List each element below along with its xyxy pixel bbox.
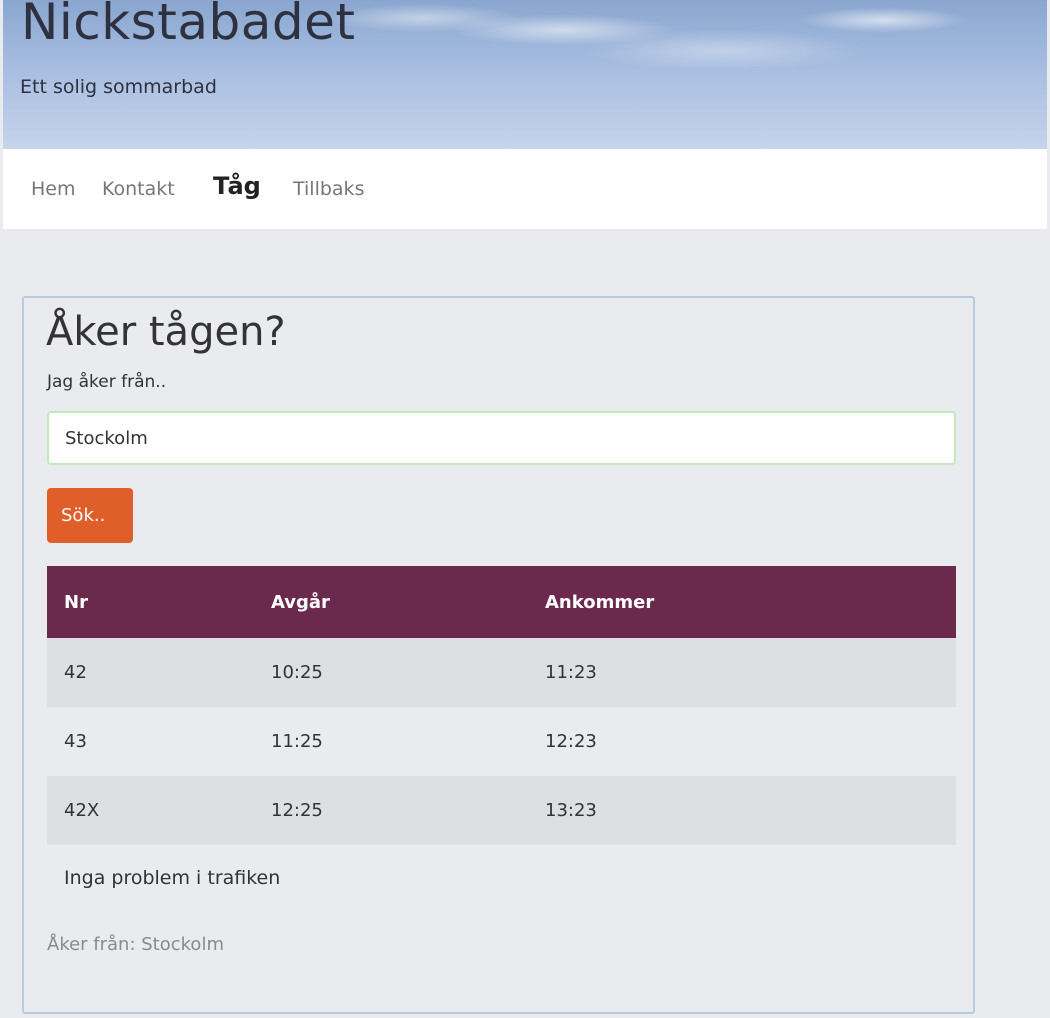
nav-item-tag[interactable]: Tåg	[213, 172, 261, 200]
cell-nr: 42X	[47, 776, 254, 845]
card-title: Åker tågen?	[46, 309, 286, 355]
nav-item-kontakt[interactable]: Kontakt	[102, 175, 175, 203]
table-row: 42X 12:25 13:23	[47, 776, 956, 845]
main-nav: Hem Kontakt Tåg Tillbaks	[3, 149, 1047, 229]
departures-table: Nr Avgår Ankommer 42 10:25 11:23 43 11:2…	[47, 566, 956, 845]
from-summary: Åker från: Stockolm	[47, 934, 224, 955]
cell-departure: 10:25	[254, 638, 528, 707]
site-subtitle: Ett solig sommarbad	[20, 76, 217, 98]
cell-arrival: 13:23	[528, 776, 956, 845]
from-label: Jag åker från..	[47, 372, 167, 392]
column-header-nr: Nr	[47, 566, 254, 638]
table-row: 42 10:25 11:23	[47, 638, 956, 707]
search-button[interactable]: Sök..	[47, 488, 133, 543]
traffic-status: Inga problem i trafiken	[64, 867, 281, 889]
train-search-card: Åker tågen? Jag åker från.. Sök.. Nr Avg…	[22, 296, 975, 1014]
page: Nickstabadet Ett solig sommarbad Hem Kon…	[0, 0, 1050, 1018]
cell-arrival: 11:23	[528, 638, 956, 707]
cell-nr: 43	[47, 707, 254, 776]
column-header-avgar: Avgår	[254, 566, 528, 638]
column-header-ankommer: Ankommer	[528, 566, 956, 638]
site-title: Nickstabadet	[21, 0, 356, 51]
cell-arrival: 12:23	[528, 707, 956, 776]
table-header-row: Nr Avgår Ankommer	[47, 566, 956, 638]
site-header: Nickstabadet Ett solig sommarbad	[3, 0, 1047, 149]
nav-item-tillbaks[interactable]: Tillbaks	[293, 175, 364, 203]
nav-item-hem[interactable]: Hem	[31, 175, 76, 203]
cell-departure: 11:25	[254, 707, 528, 776]
cell-nr: 42	[47, 638, 254, 707]
cell-departure: 12:25	[254, 776, 528, 845]
table-row: 43 11:25 12:23	[47, 707, 956, 776]
from-station-input[interactable]	[47, 411, 956, 465]
